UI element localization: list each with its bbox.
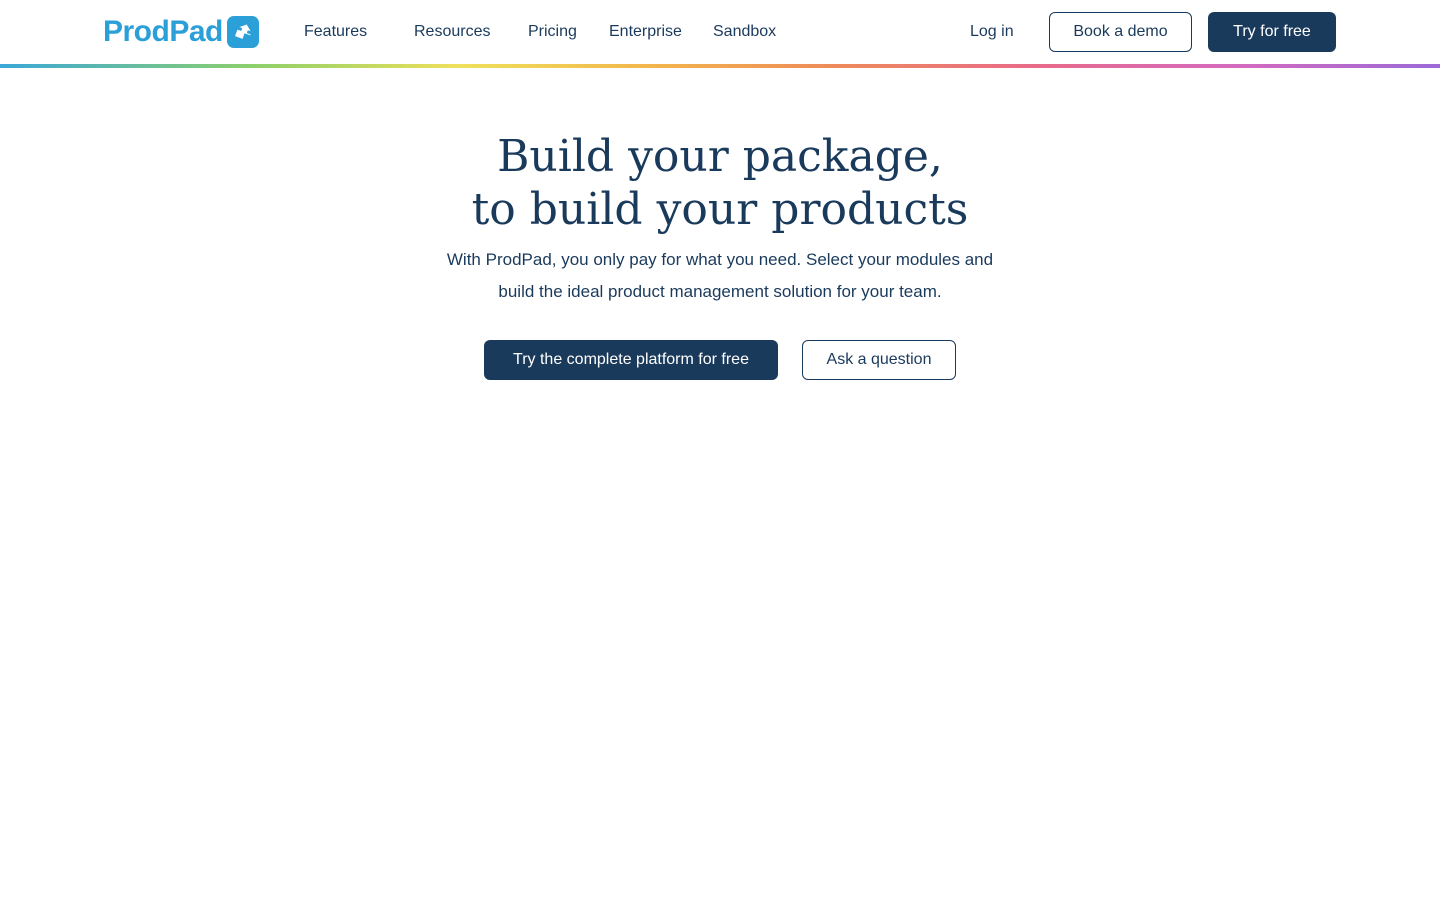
nav-resources[interactable]: Resources [414,22,490,42]
rainbow-divider [0,64,1440,68]
ask-question-button[interactable]: Ask a question [802,340,956,380]
nav-features[interactable]: Features [304,22,367,42]
book-demo-button[interactable]: Book a demo [1049,12,1192,52]
page-title-line-2: to build your products [471,184,969,235]
logo-wordmark: ProdPad [103,15,223,48]
try-free-button[interactable]: Try for free [1208,12,1336,52]
hero-subtitle-line-2: build the ideal product management solut… [498,282,942,301]
prodpad-logo[interactable]: ProdPad [103,15,259,49]
hero-subtitle: With ProdPad, you only pay for what you … [420,244,1020,308]
nav-pricing[interactable]: Pricing [528,22,577,42]
hero-subtitle-line-1: With ProdPad, you only pay for what you … [446,250,994,269]
page-title-line-1: Build your package, [497,131,943,182]
page-title: Build your package, to build your produc… [0,130,1440,236]
try-complete-platform-button[interactable]: Try the complete platform for free [484,340,778,380]
nav-sandbox[interactable]: Sandbox [713,22,776,42]
arrow-up-right-icon [226,16,259,48]
nav-enterprise[interactable]: Enterprise [609,22,682,42]
login-link[interactable]: Log in [970,22,1014,42]
top-navigation: ProdPad Features Resources Pricing Enter… [0,0,1440,64]
